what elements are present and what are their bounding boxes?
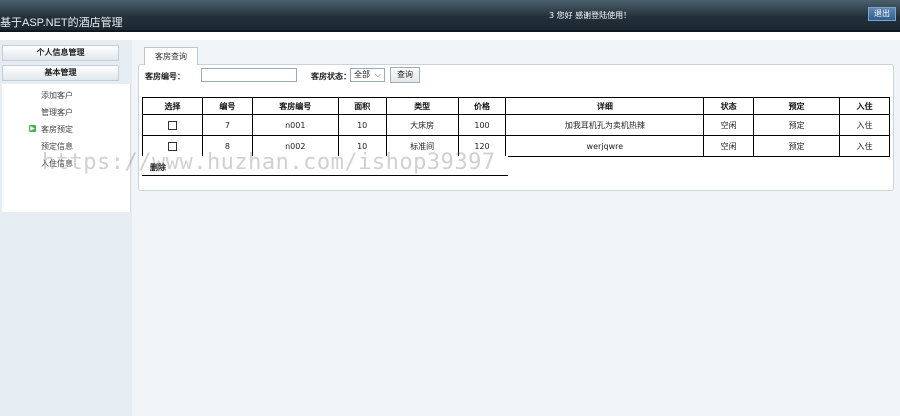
col-type: 类型 [385, 97, 459, 115]
cell-detail: werjqwre [505, 135, 705, 157]
cell-status: 空闲 [703, 135, 755, 157]
query-button[interactable]: 查询 [390, 67, 420, 83]
room-no-label: 客房编号： [145, 72, 185, 81]
col-price: 价格 [457, 97, 507, 115]
active-item-icon: ▶ [29, 125, 36, 132]
logout-button[interactable]: 退出 [868, 7, 896, 21]
table-header-row: 选择 编号 客房编号 面积 类型 价格 详细 状态 预定 入住 [142, 97, 890, 115]
sidebar-item-add-customer[interactable]: 添加客户 [41, 90, 73, 101]
row-checkbox-cell [142, 114, 203, 136]
sidebar-item-manage-customer[interactable]: 管理客户 [41, 107, 73, 118]
tab-room-query[interactable]: 客房查询 [144, 47, 198, 65]
col-id: 编号 [201, 97, 253, 115]
app-title: 基于ASP.NET的酒店管理 [0, 17, 123, 29]
watermark-text: https://www.huzhan.com/ishop39397 [42, 150, 496, 175]
cell-status: 空闲 [703, 114, 755, 136]
cell-area: 10 [337, 114, 387, 136]
room-status-label: 客房状态： [311, 72, 351, 81]
sidebar-section-basic[interactable]: 基本管理 [2, 65, 119, 81]
sidebar-section-personal[interactable]: 个人信息管理 [2, 45, 119, 61]
col-detail: 详细 [505, 97, 705, 115]
sidebar: 个人信息管理 基本管理 添加客户 管理客户 ▶ 客房预定 预定信息 入住信息 [0, 40, 132, 416]
cell-detail: 加我耳机孔为卖机热辣 [505, 114, 705, 136]
col-status: 状态 [703, 97, 755, 115]
room-status-value: 全部 [354, 70, 370, 79]
row-checkbox[interactable] [167, 120, 177, 130]
booking-link[interactable]: 预定 [753, 114, 840, 136]
booking-link[interactable]: 预定 [753, 135, 840, 157]
col-select: 选择 [142, 97, 203, 115]
col-booking: 预定 [753, 97, 840, 115]
sidebar-item-room-booking[interactable]: 客房预定 [41, 124, 73, 135]
checkin-link[interactable]: 入住 [839, 135, 890, 157]
greeting-text: 3 您好 感谢登陆使用！ [549, 11, 632, 20]
col-room-no: 客房编号 [251, 97, 339, 115]
table-row: 7 n001 10 大床房 100 加我耳机孔为卖机热辣 空闲 预定 入住 [142, 114, 890, 136]
cell-type: 大床房 [385, 114, 459, 136]
cell-room-no: n001 [251, 114, 339, 136]
cell-price: 100 [457, 114, 507, 136]
col-area: 面积 [337, 97, 387, 115]
chevron-down-icon: ⌵ [374, 70, 381, 79]
top-bar: 基于ASP.NET的酒店管理 3 您好 感谢登陆使用！ 退出 [0, 0, 900, 32]
col-checkin: 入住 [839, 97, 890, 115]
checkin-link[interactable]: 入住 [839, 114, 890, 136]
cell-id: 7 [201, 114, 253, 136]
room-status-select[interactable]: 全部 ⌵ [350, 68, 385, 82]
room-table: 选择 编号 客房编号 面积 类型 价格 详细 状态 预定 入住 7 n001 1… [142, 97, 890, 157]
room-no-input[interactable] [201, 68, 297, 82]
